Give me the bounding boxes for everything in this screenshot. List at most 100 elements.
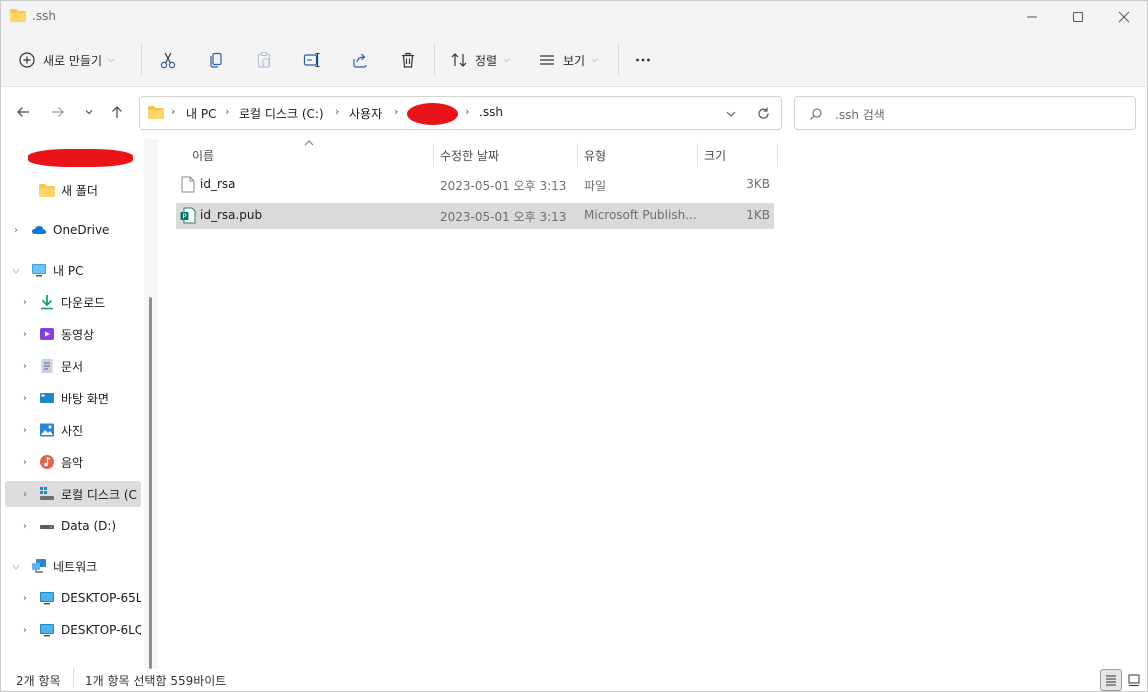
chevron-right-icon[interactable]: › <box>18 457 32 468</box>
sort-label: 정렬 <box>475 53 498 68</box>
sidebar-item-documents[interactable]: › 문서 <box>5 353 141 379</box>
copy-button[interactable] <box>200 44 232 76</box>
breadcrumb-separator[interactable]: › <box>394 105 398 118</box>
sidebar-item-music[interactable]: › 음악 <box>5 449 141 475</box>
title-bar: .ssh <box>1 1 1147 33</box>
chevron-down-icon[interactable]: ⌵ <box>9 265 23 276</box>
more-button[interactable] <box>627 44 659 76</box>
details-view-button[interactable] <box>1100 669 1122 691</box>
sidebar-item-label: Data (D:) <box>61 519 117 533</box>
sidebar-item-downloads[interactable]: › 다운로드 <box>5 289 141 315</box>
tiles-view-button[interactable] <box>1123 669 1145 691</box>
delete-button[interactable] <box>392 44 424 76</box>
more-icon <box>636 58 650 62</box>
sidebar-item-videos[interactable]: › 동영상 <box>5 321 141 347</box>
view-list-icon <box>540 55 554 65</box>
table-row[interactable]: P id_rsa.pub 2023-05-01 오후 3:13 Microsof… <box>176 203 774 229</box>
column-header-modified[interactable]: 수정한 날짜 <box>440 144 499 166</box>
chevron-right-icon[interactable]: › <box>18 361 32 372</box>
sidebar-item-pictures[interactable]: › 사진 <box>5 417 141 443</box>
chevron-right-icon[interactable]: › <box>18 329 32 340</box>
column-divider[interactable] <box>577 143 578 167</box>
network-icon <box>32 559 46 573</box>
chevron-right-icon[interactable]: › <box>18 393 32 404</box>
copy-icon <box>210 52 222 68</box>
search-input[interactable]: .ssh 검색 <box>794 96 1136 130</box>
scrollbar-thumb[interactable] <box>149 297 152 669</box>
close-button[interactable] <box>1101 1 1147 33</box>
paste-button[interactable] <box>248 44 280 76</box>
forward-button[interactable] <box>47 101 69 123</box>
sidebar-item-network[interactable]: ⌵ 네트워크 <box>5 553 141 579</box>
breadcrumb-separator[interactable]: › <box>335 105 339 118</box>
navigation-pane: 새 폴더 › OneDrive ⌵ 내 PC › 다운로드 › 동영상 › 문서 <box>1 139 144 669</box>
sidebar-item-local-disk-c[interactable]: › 로컬 디스크 (C <box>5 481 141 507</box>
breadcrumb-ssh[interactable]: .ssh <box>479 105 503 119</box>
sidebar-item-data-d[interactable]: › Data (D:) <box>5 513 141 539</box>
view-label: 보기 <box>563 53 586 68</box>
share-icon <box>353 53 367 68</box>
breadcrumb-separator[interactable]: › <box>465 105 469 118</box>
file-type: 파일 <box>584 179 607 193</box>
folder-icon <box>148 106 164 119</box>
sidebar-scrollbar[interactable] <box>144 139 158 669</box>
breadcrumb-users[interactable]: 사용자 <box>349 105 382 122</box>
chevron-down-icon[interactable] <box>725 108 737 120</box>
sidebar-item-desktop-6lq[interactable]: › DESKTOP-6LQ <box>5 617 141 643</box>
column-divider[interactable] <box>777 143 778 167</box>
sidebar-item-label: 음악 <box>61 455 84 470</box>
chevron-down-icon <box>85 110 93 115</box>
sidebar-item-desktop[interactable]: › 바탕 화면 <box>5 385 141 411</box>
file-size: 1KB <box>746 208 770 222</box>
publisher-file-icon: P <box>180 207 196 224</box>
view-button[interactable]: 보기 ⌵ <box>538 44 598 76</box>
chevron-right-icon[interactable]: › <box>18 521 32 532</box>
sidebar-item-label: DESKTOP-6LQ <box>61 623 141 637</box>
breadcrumb-separator[interactable]: › <box>225 105 229 118</box>
table-row[interactable]: id_rsa 2023-05-01 오후 3:13 파일 3KB <box>176 172 774 198</box>
address-bar[interactable]: › 내 PC › 로컬 디스크 (C:) › 사용자 › › .ssh <box>139 96 782 130</box>
cut-button[interactable] <box>152 44 184 76</box>
command-bar: 새로 만들기 ⌵ 정렬 ⌵ 보기 ⌵ <box>1 33 1147 87</box>
redaction-mark <box>28 149 133 167</box>
breadcrumb-pc[interactable]: 내 PC <box>186 105 216 122</box>
paste-icon <box>257 51 271 68</box>
column-header-size[interactable]: 크기 <box>704 144 726 166</box>
folder-icon <box>10 9 26 22</box>
chevron-right-icon[interactable]: › <box>9 225 23 236</box>
refresh-icon[interactable] <box>756 106 771 121</box>
sidebar-item-desktop-65l4[interactable]: › DESKTOP-65L4 <box>5 585 141 611</box>
sidebar-item-new-folder[interactable]: 새 폴더 <box>5 177 141 203</box>
monitor-icon <box>40 592 54 605</box>
sidebar-item-onedrive[interactable]: › OneDrive <box>5 217 141 243</box>
search-icon <box>810 108 822 120</box>
chevron-right-icon[interactable]: › <box>18 297 32 308</box>
sidebar-item-label: 내 PC <box>53 263 84 278</box>
breadcrumb-local-disk[interactable]: 로컬 디스크 (C:) <box>239 105 324 122</box>
column-divider[interactable] <box>433 143 434 167</box>
chevron-right-icon[interactable]: › <box>18 593 32 604</box>
maximize-button[interactable] <box>1055 1 1101 33</box>
file-icon <box>181 176 195 193</box>
file-name: id_rsa.pub <box>200 208 263 222</box>
sort-button[interactable]: 정렬 ⌵ <box>450 44 510 76</box>
sidebar-item-label: 사진 <box>61 423 84 438</box>
up-button[interactable] <box>106 101 128 123</box>
rename-button[interactable] <box>296 44 328 76</box>
breadcrumb-separator[interactable]: › <box>171 105 175 118</box>
new-button[interactable]: 새로 만들기 ⌵ <box>17 44 115 76</box>
minimize-button[interactable] <box>1009 1 1055 33</box>
back-button[interactable] <box>12 101 34 123</box>
chevron-right-icon[interactable]: › <box>18 489 32 500</box>
column-header-name[interactable]: 이름 <box>192 144 214 166</box>
chevron-down-icon[interactable]: ⌵ <box>9 561 23 572</box>
sidebar-item-this-pc[interactable]: ⌵ 내 PC <box>5 257 141 283</box>
chevron-right-icon[interactable]: › <box>18 425 32 436</box>
column-header-type[interactable]: 유형 <box>584 144 606 166</box>
share-button[interactable] <box>344 44 376 76</box>
column-divider[interactable] <box>697 143 698 167</box>
desktop-icon <box>40 393 54 403</box>
chevron-right-icon[interactable]: › <box>18 625 32 636</box>
recent-locations-button[interactable] <box>78 101 100 123</box>
file-list: 이름 수정한 날짜 유형 크기 id_rsa 2023-05-01 오후 3:1… <box>161 139 1147 669</box>
